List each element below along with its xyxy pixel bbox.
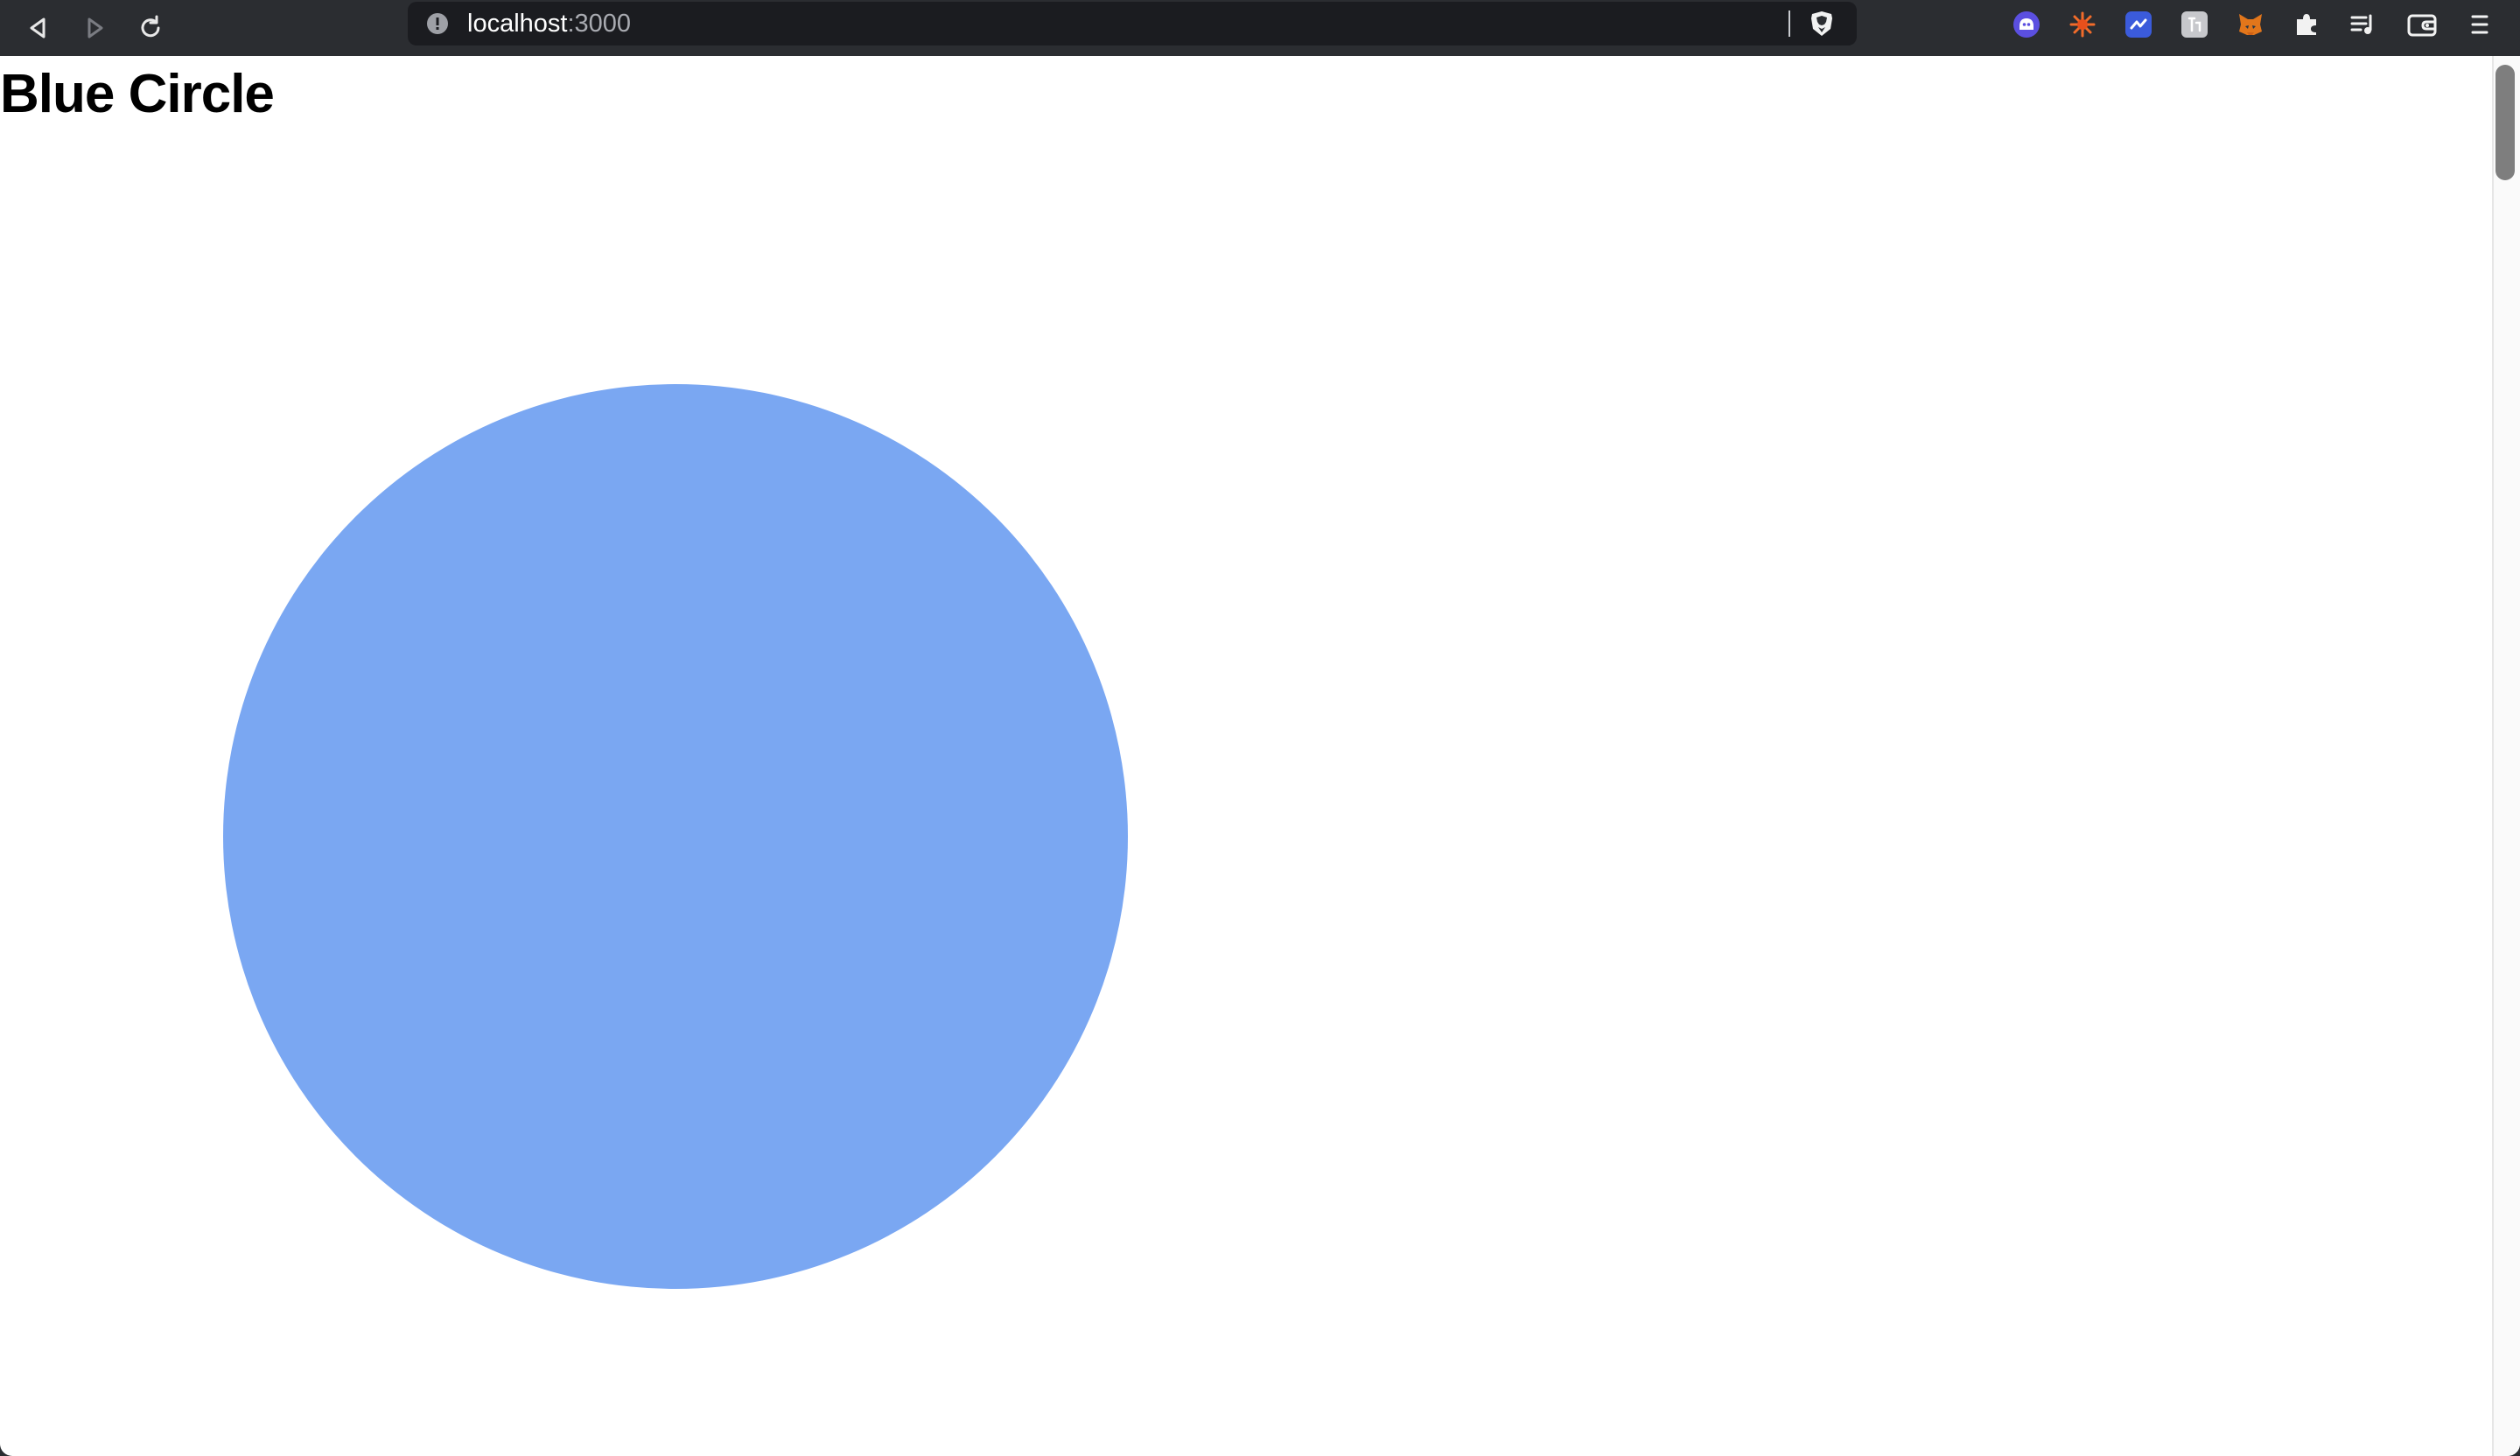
site-info-icon[interactable]	[427, 13, 448, 34]
page-viewport: Blue Circle	[0, 56, 2520, 1456]
main-menu-button[interactable]	[2464, 9, 2496, 40]
ghost-extension[interactable]	[2011, 9, 2042, 40]
burst-extension[interactable]	[2067, 9, 2098, 40]
circle-canvas	[223, 384, 1128, 1289]
playlist-button[interactable]	[2347, 9, 2378, 40]
forward-icon	[88, 18, 103, 38]
reload-button[interactable]	[130, 7, 172, 49]
playlist-icon	[2350, 14, 2372, 34]
burst-extension-icon	[2069, 11, 2096, 38]
ghost-extension-icon	[2013, 11, 2040, 38]
back-icon	[30, 18, 46, 38]
url-text[interactable]: localhost:3000	[467, 10, 631, 37]
url-port: :3000	[567, 10, 632, 38]
puzzle-icon	[2297, 14, 2316, 35]
fox-extension-icon	[2239, 14, 2262, 35]
translate-extension-icon	[2181, 11, 2208, 38]
link-extension-icon	[2125, 11, 2152, 38]
browser-toolbar: localhost:3000	[0, 0, 2520, 56]
menu-icon	[2471, 15, 2488, 34]
blue-circle	[223, 384, 1128, 1289]
fox-extension[interactable]	[2235, 9, 2266, 40]
link-extension[interactable]	[2123, 9, 2154, 40]
extensions-button[interactable]	[2291, 9, 2322, 40]
back-button[interactable]	[18, 7, 60, 49]
translate-extension[interactable]	[2179, 9, 2210, 40]
forward-button[interactable]	[74, 7, 116, 49]
brave-shield-icon[interactable]	[1808, 10, 1836, 38]
vertical-scrollbar[interactable]	[2492, 56, 2520, 1456]
url-host: localhost	[467, 10, 568, 38]
url-divider	[1788, 10, 1790, 37]
reload-icon	[141, 15, 160, 38]
scrollbar-thumb[interactable]	[2496, 65, 2515, 180]
address-bar[interactable]: localhost:3000	[408, 2, 1857, 46]
wallet-icon	[2407, 14, 2437, 37]
wallet-button[interactable]	[2406, 9, 2438, 40]
